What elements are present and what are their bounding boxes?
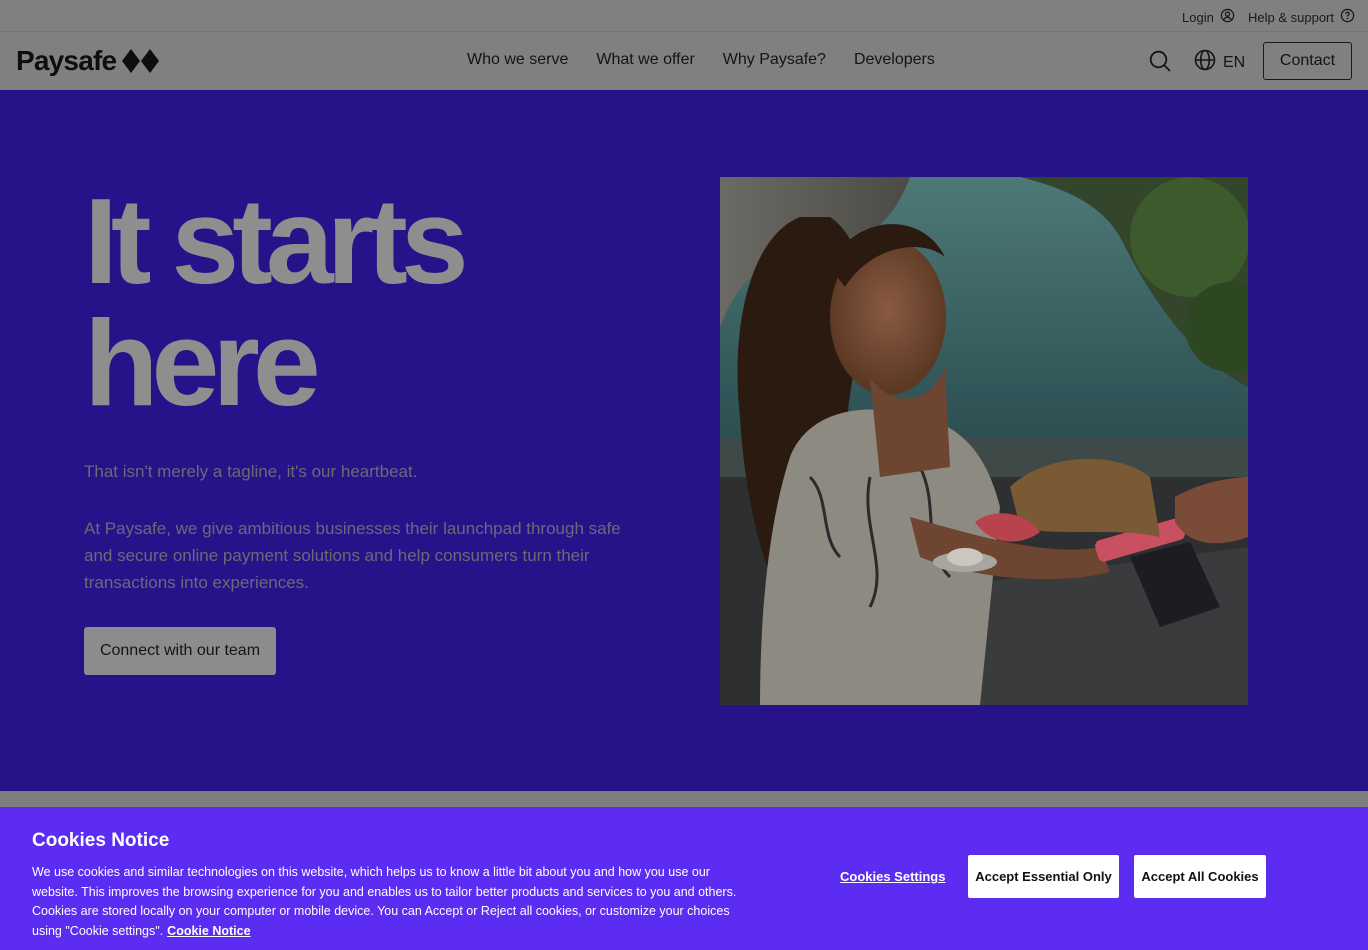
nav-why-paysafe[interactable]: Why Paysafe? (723, 51, 826, 69)
logo-diamonds-icon (122, 48, 160, 74)
help-circle-icon (1340, 8, 1355, 26)
login-link[interactable]: Login (1182, 8, 1235, 26)
utility-bar: Login Help & support (0, 0, 1368, 32)
help-label: Help & support (1248, 9, 1334, 25)
hero-section: It starts here That isn't merely a tagli… (0, 90, 1368, 791)
hero-tagline: That isn't merely a tagline, it's our he… (84, 462, 418, 481)
cookie-banner-title: Cookies Notice (32, 830, 170, 851)
nav-what-we-offer[interactable]: What we offer (596, 51, 694, 69)
hero-title-line-2: here (84, 295, 321, 431)
nav-who-we-serve[interactable]: Who we serve (467, 51, 568, 69)
primary-nav-links: Who we serve What we offer Why Paysafe? … (467, 51, 935, 69)
main-nav: Paysafe Who we serve What we offer Why P… (0, 33, 1368, 90)
language-selector[interactable]: EN (1194, 49, 1245, 76)
hero-title: It starts here (84, 180, 704, 424)
language-label: EN (1223, 53, 1246, 71)
paysafe-logo[interactable]: Paysafe (16, 45, 160, 77)
globe-icon (1194, 49, 1216, 76)
search-icon[interactable] (1149, 50, 1171, 72)
nav-developers[interactable]: Developers (854, 51, 935, 69)
section-divider (0, 791, 1368, 807)
help-support-link[interactable]: Help & support (1248, 8, 1355, 26)
contact-button[interactable]: Contact (1263, 42, 1352, 80)
user-circle-icon (1220, 8, 1235, 26)
cookie-notice-link[interactable]: Cookie Notice (167, 924, 250, 938)
hero-title-line-1: It starts (84, 173, 469, 309)
logo-wordmark: Paysafe (16, 45, 117, 76)
cookie-description: We use cookies and similar technologies … (32, 865, 737, 938)
hero-body-text: At Paysafe, we give ambitious businesses… (84, 519, 621, 592)
accept-all-cookies-button[interactable]: Accept All Cookies (1134, 855, 1266, 898)
hero-photo (720, 177, 1248, 705)
cookie-banner: Cookies Notice We use cookies and simila… (0, 807, 1368, 950)
connect-with-team-button[interactable]: Connect with our team (84, 627, 276, 675)
login-label: Login (1182, 9, 1214, 25)
accept-essential-button[interactable]: Accept Essential Only (968, 855, 1119, 898)
cookies-settings-button[interactable]: Cookies Settings (840, 869, 945, 884)
cookie-banner-text: We use cookies and similar technologies … (32, 863, 747, 941)
